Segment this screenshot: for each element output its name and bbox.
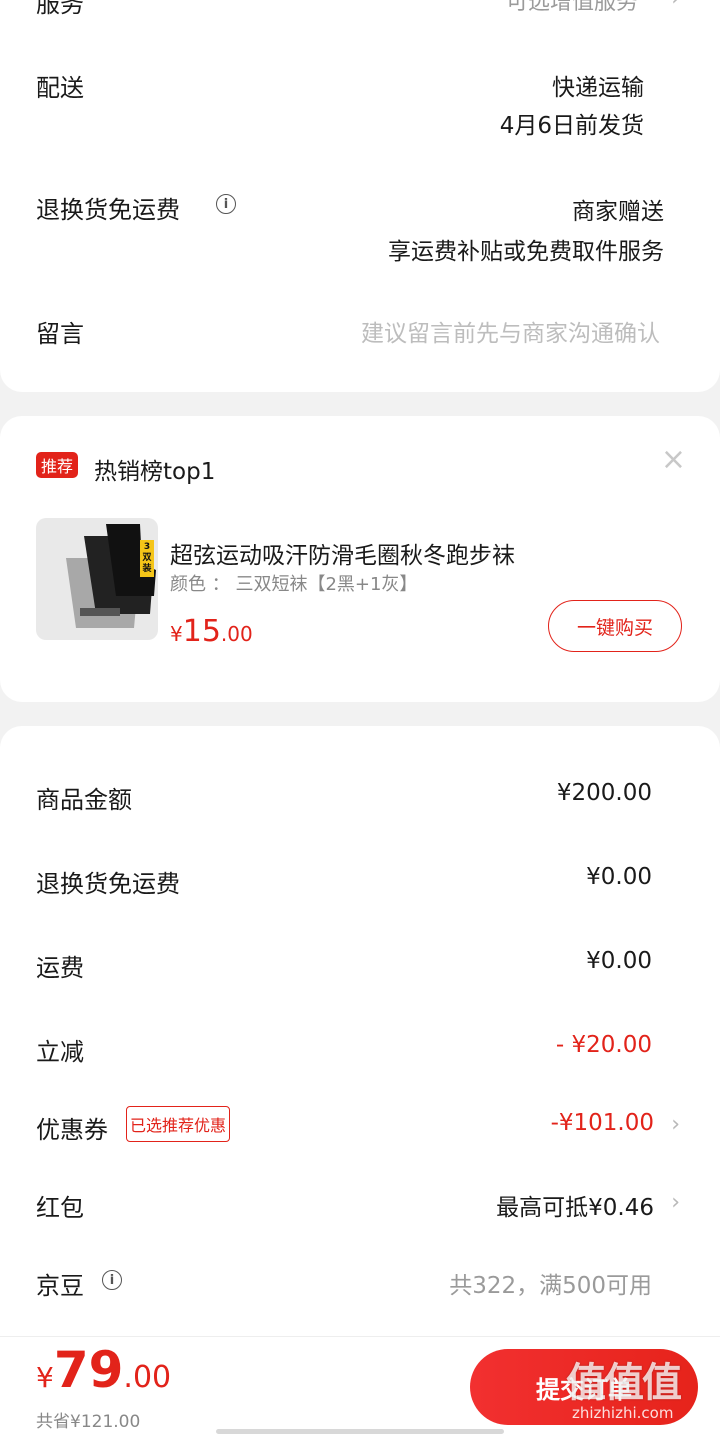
product-image[interactable]: 3双装 [36, 518, 158, 640]
shipping-value: ¥0.00 [586, 948, 652, 974]
info-icon[interactable]: i [216, 194, 236, 214]
jingdou-label: 京豆 [36, 1272, 84, 1300]
delivery-ship-date: 4月6日前发货 [499, 113, 644, 139]
delivery-label: 配送 [36, 74, 84, 102]
instant-discount-value: - ¥20.00 [555, 1032, 652, 1058]
watermark-logo: 值值值 [566, 1360, 682, 1406]
chevron-right-icon[interactable]: › [671, 1112, 680, 1137]
goods-amount-value: ¥200.00 [556, 780, 652, 806]
product-price: ¥15.00 [170, 614, 253, 649]
saved-amount: 共省¥121.00 [36, 1412, 141, 1432]
chevron-right-icon[interactable]: › [671, 0, 680, 11]
total-price-int: 79 [53, 1341, 124, 1399]
delivery-method[interactable]: 快递运输 [552, 68, 644, 102]
sock-image [66, 524, 156, 628]
shipping-label: 运费 [36, 954, 84, 982]
price-summary-card: 商品金额 ¥200.00 退换货免运费 ¥0.00 运费 ¥0.00 立减 - … [0, 726, 720, 1366]
price-symbol: ¥ [170, 622, 183, 646]
total-price: ¥79.00 [36, 1341, 171, 1399]
chevron-right-icon[interactable]: › [671, 1190, 680, 1215]
home-indicator [216, 1429, 504, 1434]
recommend-card: 推荐 热销榜top1 × 3双装 超弦运动吸汗防滑毛圈秋冬跑步袜 颜色 ： 三双… [0, 416, 720, 702]
close-icon[interactable]: × [661, 442, 686, 477]
return-shipping-line2: 享运费补贴或免费取件服务 [388, 239, 664, 265]
coupon-badge[interactable]: 已选推荐优惠 [126, 1106, 231, 1142]
message-input[interactable]: 建议留言前先与商家沟通确认 [361, 314, 660, 348]
goods-amount-label: 商品金额 [36, 786, 132, 814]
return-shipping-line1: 商家赠送 [572, 199, 664, 225]
total-price-symbol: ¥ [36, 1361, 54, 1394]
recommend-title: 热销榜top1 [94, 459, 216, 485]
red-packet-label: 红包 [36, 1194, 84, 1222]
total-price-dec: .00 [123, 1360, 172, 1395]
return-shipping-label: 退换货免运费 [36, 196, 180, 224]
product-spec: 颜色 ： 三双短袜【2黑+1灰】 [170, 574, 418, 595]
quick-buy-button[interactable]: 一键购买 [548, 600, 682, 652]
instant-discount-label: 立减 [36, 1038, 84, 1066]
message-label: 留言 [36, 320, 84, 348]
service-label: 服务 [36, 0, 84, 18]
return-fee-value: ¥0.00 [586, 864, 652, 890]
service-value[interactable]: 可选增值服务 [506, 0, 638, 16]
watermark-url: zhizhizhi.com [572, 1404, 674, 1422]
price-int: 15 [182, 614, 221, 649]
order-info-card: 服务 可选增值服务 › 配送 快递运输 4月6日前发货 退换货免运费 i 商家赠… [0, 0, 720, 392]
product-name[interactable]: 超弦运动吸汗防滑毛圈秋冬跑步袜 [170, 536, 515, 570]
coupon-label: 优惠券 [36, 1116, 108, 1144]
product-image-badge: 3双装 [140, 540, 154, 577]
red-packet-value[interactable]: 最高可抵¥0.46 [496, 1188, 654, 1222]
recommend-tag: 推荐 [36, 452, 79, 478]
jingdou-value: 共322，满500可用 [449, 1273, 652, 1299]
coupon-value[interactable]: -¥101.00 [551, 1110, 654, 1136]
price-dec: .00 [220, 622, 253, 646]
return-fee-label: 退换货免运费 [36, 870, 180, 898]
info-icon[interactable]: i [102, 1270, 122, 1290]
